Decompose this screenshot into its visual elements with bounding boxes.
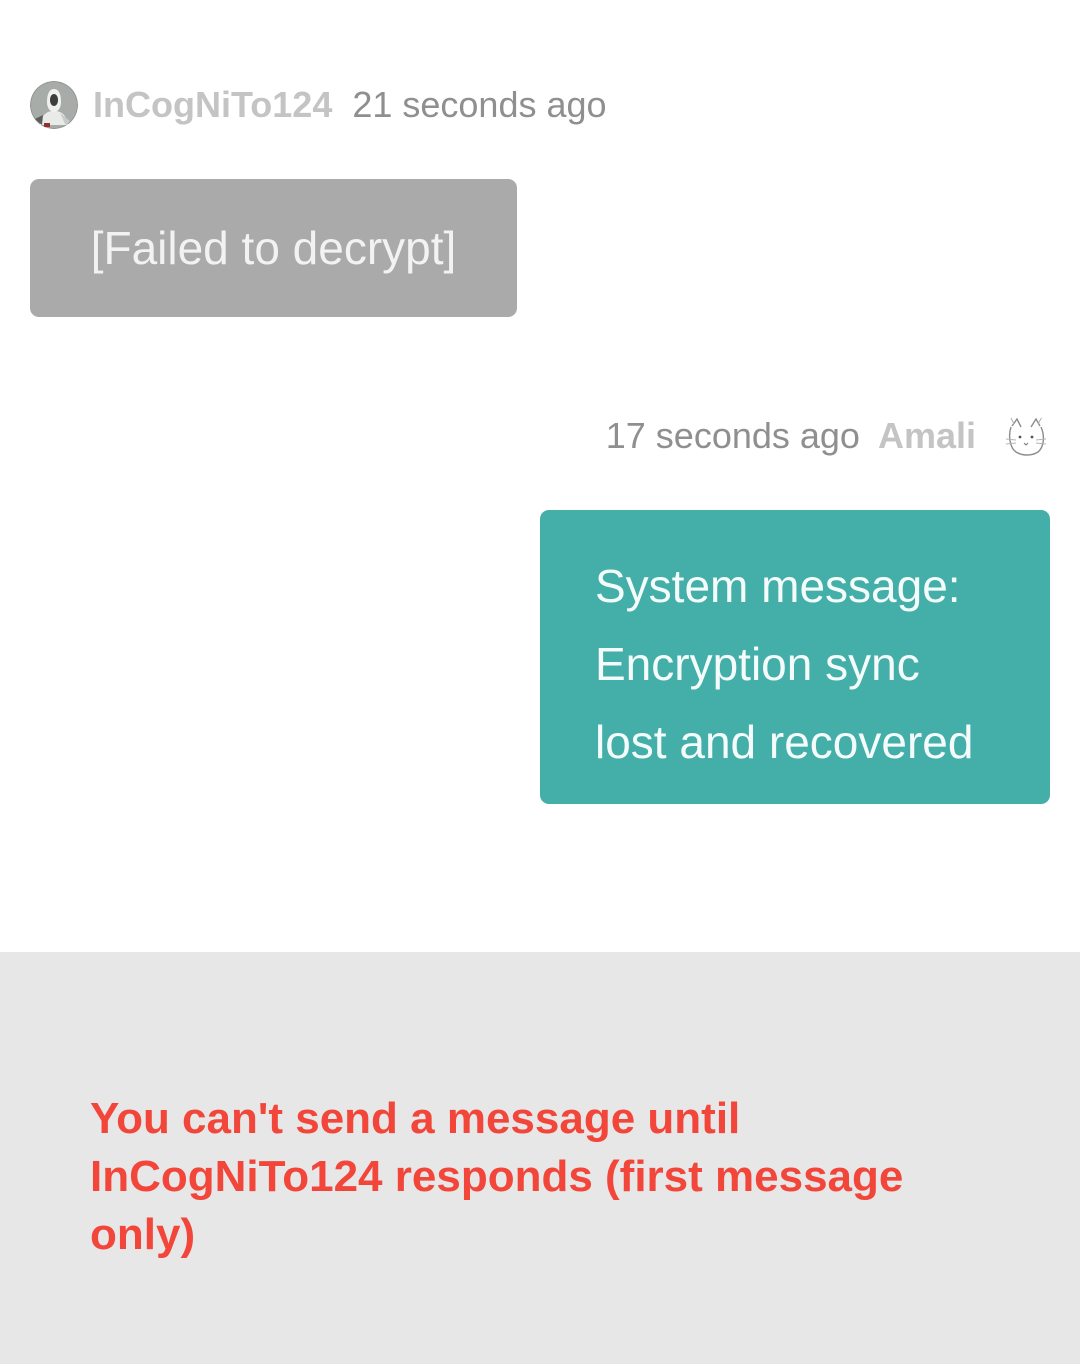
system-message-bubble[interactable]: System message: Encryption sync lost and… xyxy=(540,510,1050,804)
message-line: lost and recovered xyxy=(595,716,974,768)
message-list: InCogNiTo124 21 seconds ago [Failed to d… xyxy=(0,0,1080,952)
send-blocked-notice: You can't send a message until InCogNiTo… xyxy=(90,1094,904,1259)
avatar-cat-sketch-icon[interactable] xyxy=(1002,412,1050,460)
message-line: Encryption sync xyxy=(595,638,920,690)
composer-disabled-panel: You can't send a message until InCogNiTo… xyxy=(0,952,1080,1364)
failed-decrypt-bubble[interactable]: [Failed to decrypt] xyxy=(30,179,517,317)
avatar-hooded-figure-icon[interactable] xyxy=(30,81,78,129)
message-line: System message: xyxy=(595,560,961,612)
sender-name[interactable]: Amali xyxy=(878,415,976,457)
sender-name[interactable]: InCogNiTo124 xyxy=(93,84,332,126)
message-timestamp: 17 seconds ago xyxy=(605,415,860,456)
message-text: [Failed to decrypt] xyxy=(90,222,457,274)
message-header-outgoing: 17 seconds ago Amali xyxy=(606,411,1050,461)
message-timestamp: 21 seconds ago xyxy=(352,84,607,125)
message-header-incoming: InCogNiTo124 21 seconds ago xyxy=(30,80,607,130)
